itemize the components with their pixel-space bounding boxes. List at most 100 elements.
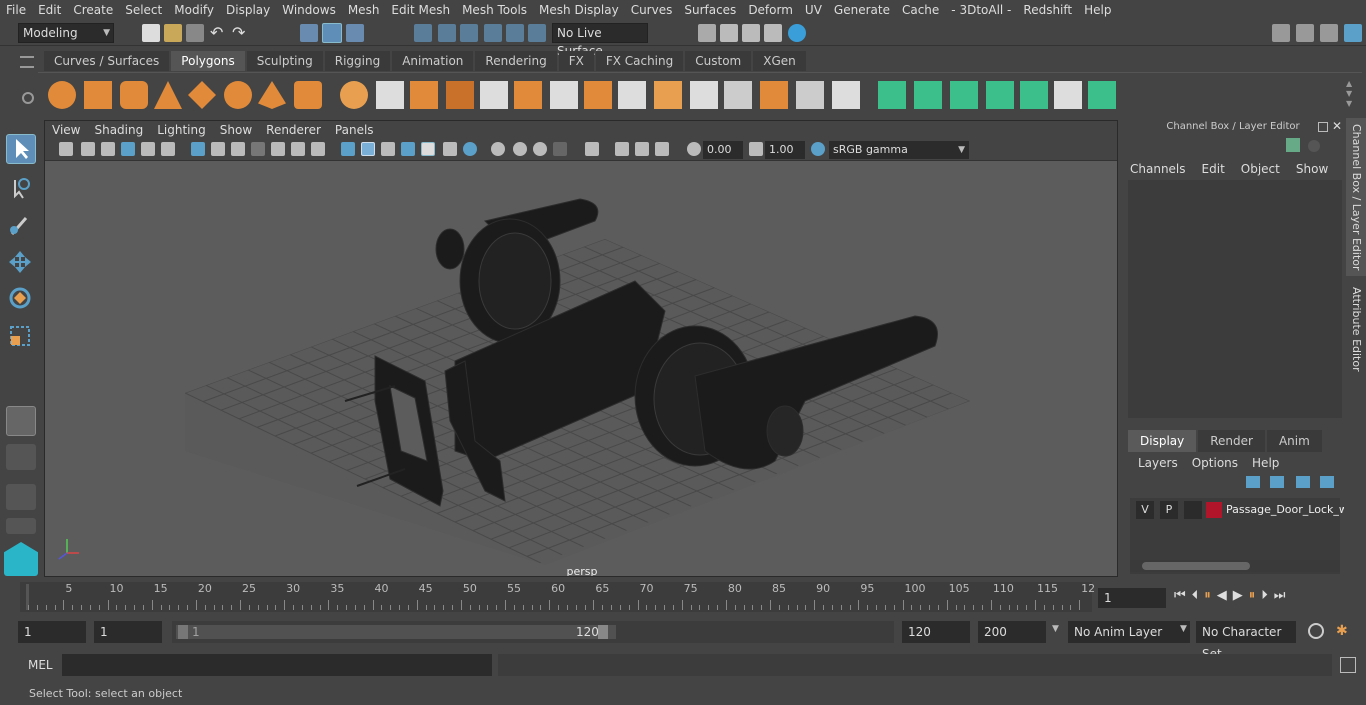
command-input[interactable] (62, 654, 492, 676)
layer-tab-anim[interactable]: Anim (1266, 430, 1322, 452)
xray-joints-icon[interactable] (615, 142, 629, 156)
camera-attributes-icon[interactable] (81, 142, 95, 156)
exposure-icon[interactable] (687, 142, 701, 156)
paint-select-tool-icon[interactable] (6, 210, 36, 240)
cylindrical-uv-icon[interactable] (914, 81, 942, 109)
viewport-menu-shading[interactable]: Shading (87, 121, 150, 139)
xray-active-icon[interactable] (635, 142, 649, 156)
redo-icon[interactable]: ↷ (232, 24, 250, 42)
step-forward-icon[interactable]: ⏵ (1261, 588, 1268, 603)
scrollbar-thumb[interactable] (1142, 562, 1250, 570)
menu-3dtoall[interactable]: - 3DtoAll - (945, 3, 1017, 17)
mirror-icon[interactable] (514, 81, 542, 109)
sign-in-icon[interactable] (1296, 24, 1314, 42)
lasso-tool-icon[interactable] (6, 174, 36, 204)
poly-pipe-icon[interactable] (294, 81, 322, 109)
spherical-uv-icon[interactable] (950, 81, 978, 109)
live-surface-field[interactable]: No Live Surface (552, 23, 648, 58)
wireframe-on-shaded-icon[interactable] (381, 142, 395, 156)
toggle-panel-icon[interactable] (1320, 24, 1338, 42)
workspace-icon[interactable] (1272, 24, 1290, 42)
film-gate-icon[interactable] (211, 142, 225, 156)
menu-curves[interactable]: Curves (625, 3, 679, 17)
range-slider[interactable]: 1 120 (172, 621, 894, 643)
motion-blur-icon[interactable] (513, 142, 527, 156)
menu-mesh-display[interactable]: Mesh Display (533, 3, 625, 17)
play-forwards-icon[interactable]: ▶ (1233, 588, 1243, 603)
layer-tab-display[interactable]: Display (1128, 430, 1197, 452)
xray-icon[interactable] (421, 142, 435, 156)
unfold-uv-icon[interactable] (1020, 81, 1048, 109)
animation-preferences-icon[interactable]: ✱ (1336, 623, 1354, 641)
menu-uv[interactable]: UV (799, 3, 828, 17)
anti-aliasing-icon[interactable] (533, 142, 547, 156)
character-set-dropdown[interactable]: No Character Set (1196, 621, 1296, 661)
resolution-gate-icon[interactable] (231, 142, 245, 156)
viewport-menu-show[interactable]: Show (213, 121, 259, 139)
menu-display[interactable]: Display (220, 3, 276, 17)
safe-title-icon[interactable] (311, 142, 325, 156)
make-live-icon[interactable] (528, 24, 546, 42)
bookmark-icon[interactable] (101, 142, 115, 156)
field-chart-icon[interactable] (271, 142, 285, 156)
close-icon[interactable]: ✕ (1332, 119, 1342, 133)
merge-icon[interactable] (796, 81, 824, 109)
open-scene-icon[interactable] (164, 24, 182, 42)
render-settings-icon[interactable] (764, 24, 782, 42)
menu-deform[interactable]: Deform (742, 3, 799, 17)
shadows-icon[interactable] (463, 142, 477, 156)
isolate-select-icon[interactable] (585, 142, 599, 156)
smooth-icon[interactable] (446, 81, 474, 109)
persp-outliner-layout-icon[interactable] (6, 484, 36, 510)
go-to-start-icon[interactable]: ⏮ (1174, 588, 1186, 603)
bridge-icon[interactable] (618, 81, 646, 109)
chevron-down-icon[interactable]: ▼ (1052, 624, 1059, 634)
menu-edit-mesh[interactable]: Edit Mesh (385, 3, 456, 17)
textured-icon[interactable] (401, 142, 415, 156)
range-bar[interactable] (176, 625, 616, 639)
range-end-handle[interactable] (598, 625, 608, 639)
menu-cache[interactable]: Cache (896, 3, 945, 17)
select-by-component-icon[interactable] (346, 24, 364, 42)
shelf-tab-custom[interactable]: Custom (685, 51, 752, 71)
poly-cone-icon[interactable] (154, 81, 182, 109)
append-polygon-icon[interactable] (654, 81, 682, 109)
script-editor-icon[interactable] (1340, 657, 1356, 673)
animation-start-field[interactable]: 1 (18, 621, 86, 643)
channel-box-menu-edit[interactable]: Edit (1202, 162, 1225, 176)
multi-cut-icon[interactable] (690, 81, 718, 109)
viewport-menu-renderer[interactable]: Renderer (259, 121, 328, 139)
animation-end-field[interactable]: 200 (978, 621, 1046, 643)
ambient-occlusion-icon[interactable] (491, 142, 505, 156)
boolean-icon[interactable] (480, 81, 508, 109)
scale-tool-icon[interactable] (6, 322, 36, 352)
snap-view-plane-icon[interactable] (506, 24, 524, 42)
viewport-menu-view[interactable]: View (45, 121, 87, 139)
select-tool-icon[interactable] (6, 134, 36, 164)
channel-box-menu-channels[interactable]: Channels (1130, 162, 1186, 176)
mode-dropdown[interactable]: Modeling ▼ (18, 23, 114, 43)
shelf-settings-gear-icon[interactable] (22, 92, 34, 104)
move-tool-icon[interactable] (6, 248, 36, 278)
select-camera-icon[interactable] (59, 142, 73, 156)
layer-color-swatch[interactable] (1206, 502, 1222, 518)
poly-cylinder-icon[interactable] (120, 81, 148, 109)
menu-mesh[interactable]: Mesh (342, 3, 386, 17)
menu-generate[interactable]: Generate (828, 3, 896, 17)
layer-list-scrollbar[interactable] (1130, 560, 1340, 572)
use-lights-icon[interactable] (443, 142, 457, 156)
menu-surfaces[interactable]: Surfaces (678, 3, 742, 17)
shelf-tab-rigging[interactable]: Rigging (324, 51, 391, 71)
move-layer-down-icon[interactable] (1270, 476, 1284, 488)
viewport-menu-panels[interactable]: Panels (328, 121, 381, 139)
select-by-hierarchy-icon[interactable] (300, 24, 318, 42)
bevel-icon[interactable] (550, 81, 578, 109)
shelf-tab-polygons[interactable]: Polygons (171, 51, 245, 71)
menu-redshift[interactable]: Redshift (1017, 3, 1078, 17)
go-to-end-icon[interactable]: ⏭ (1274, 588, 1286, 603)
uv-editor-icon[interactable] (1054, 81, 1082, 109)
perspective-viewport[interactable]: View Shading Lighting Show Renderer Panels 0.… (44, 120, 1118, 577)
poly-cube-icon[interactable] (84, 81, 112, 109)
shelf-tab-fx[interactable]: FX (558, 51, 594, 71)
menu-create[interactable]: Create (67, 3, 119, 17)
